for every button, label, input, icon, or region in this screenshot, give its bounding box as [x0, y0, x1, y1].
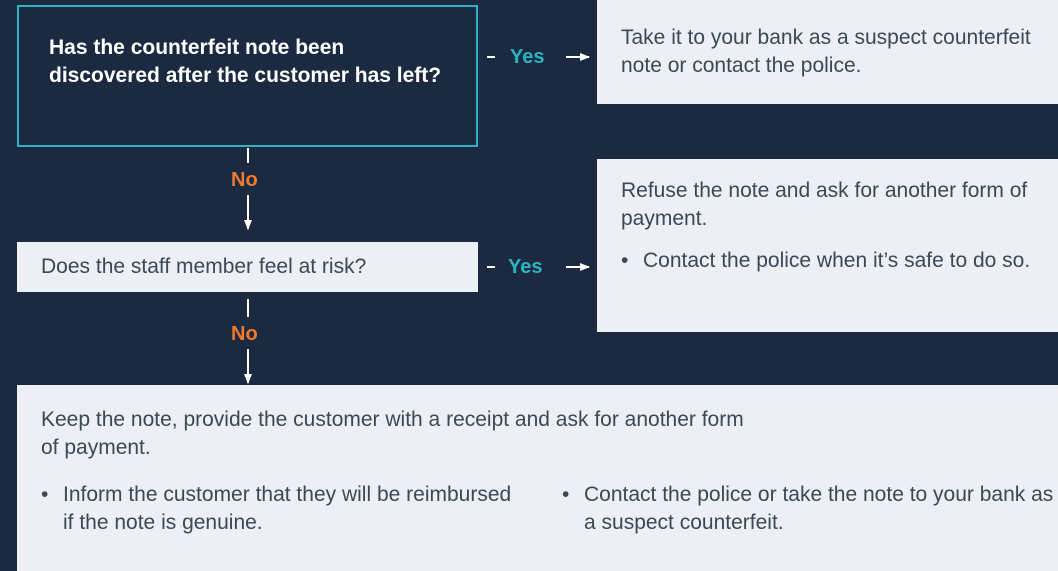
- bullet-dot: •: [621, 249, 629, 272]
- q1-no-label: No: [231, 169, 258, 191]
- q1-yes-label: Yes: [510, 46, 545, 68]
- question-counterfeit-discovered: Has the counterfeit note been discovered…: [17, 5, 478, 147]
- outcome-keep-note: Keep the note, provide the customer with…: [17, 385, 1058, 571]
- outcome-refuse-note: Refuse the note and ask for another form…: [597, 159, 1058, 332]
- outcome-keep-note-bullet-1: • Inform the customer that they will be …: [41, 481, 513, 537]
- outcome-keep-note-bullet-2-text: Contact the police or take the note to y…: [584, 483, 1054, 534]
- bullet-dot: •: [562, 483, 570, 506]
- outcome-refuse-note-bullet-text: Contact the police when it’s safe to do …: [643, 249, 1031, 272]
- question-staff-at-risk: Does the staff member feel at risk?: [17, 242, 478, 292]
- outcome-refuse-note-bullet: • Contact the police when it’s safe to d…: [621, 247, 1033, 275]
- q2-no-label: No: [231, 323, 258, 345]
- outcome-keep-note-bullet-2: • Contact the police or take the note to…: [562, 481, 1054, 537]
- outcome-take-to-bank-text: Take it to your bank as a suspect counte…: [621, 26, 1031, 77]
- question-counterfeit-discovered-text: Has the counterfeit note been discovered…: [49, 36, 442, 87]
- q2-yes-label: Yes: [508, 256, 543, 278]
- flowchart: Has the counterfeit note been discovered…: [0, 0, 1058, 571]
- outcome-take-to-bank: Take it to your bank as a suspect counte…: [597, 0, 1058, 104]
- bullet-dot: •: [41, 483, 49, 506]
- outcome-keep-note-text: Keep the note, provide the customer with…: [41, 408, 744, 459]
- outcome-refuse-note-text: Refuse the note and ask for another form…: [621, 179, 1028, 230]
- question-staff-at-risk-text: Does the staff member feel at risk?: [41, 255, 367, 278]
- outcome-keep-note-bullet-1-text: Inform the customer that they will be re…: [63, 483, 512, 534]
